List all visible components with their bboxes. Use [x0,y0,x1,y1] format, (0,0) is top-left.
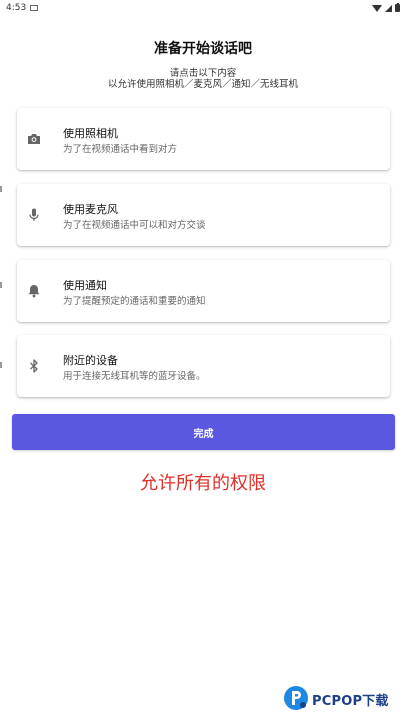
permission-desc: 用于连接无线耳机等的蓝牙设备。 [63,371,206,382]
edge-mark [0,186,2,192]
bluetooth-icon [27,335,41,397]
status-time: 4:53 [6,3,27,13]
permission-desc: 为了在视频通话中看到对方 [63,144,178,155]
permission-title: 附近的设备 [63,354,118,367]
permission-title: 使用麦克风 [63,203,118,216]
permission-title: 使用照相机 [63,127,118,140]
microphone-icon [27,184,41,246]
subtitle-line-2: 以允许使用照相机／麦克风／通知／无线耳机 [107,79,298,90]
permission-screen: 4:53 准备开始谈话吧 请点击以下内容 以允许使用照相机／麦克风／通知／无线耳… [0,0,406,720]
done-button[interactable]: 完成 [12,414,395,450]
permission-card-notification[interactable]: 使用通知 为了提醒预定的通话和重要的通知 [17,260,390,322]
cell-signal-icon [385,4,392,12]
watermark-text: PCPOP下载 [312,694,389,709]
watermark: PCPOP下载 [282,682,406,720]
camera-icon [27,108,41,170]
subtitle-line-1: 请点击以下内容 [169,68,237,79]
permission-card-camera[interactable]: 使用照相机 为了在视频通话中看到对方 [17,108,390,170]
mail-icon [30,5,39,11]
annotation-text: 允许所有的权限 [140,473,266,494]
bell-icon [27,260,41,322]
status-bar: 4:53 [0,0,406,16]
wifi-icon [372,4,382,12]
page-subtitle: 请点击以下内容 以允许使用照相机／麦克风／通知／无线耳机 [0,68,406,90]
permission-desc: 为了提醒预定的通话和重要的通知 [63,296,206,307]
permission-card-microphone[interactable]: 使用麦克风 为了在视频通话中可以和对方交谈 [17,184,390,246]
permission-desc: 为了在视频通话中可以和对方交谈 [63,220,206,231]
permission-title: 使用通知 [63,279,107,292]
edge-mark [0,362,2,368]
permission-card-nearby-devices[interactable]: 附近的设备 用于连接无线耳机等的蓝牙设备。 [17,335,390,397]
edge-mark [0,282,2,288]
battery-icon [395,3,400,12]
pcpop-logo-icon [284,686,308,710]
page-title: 准备开始谈话吧 [154,41,252,57]
